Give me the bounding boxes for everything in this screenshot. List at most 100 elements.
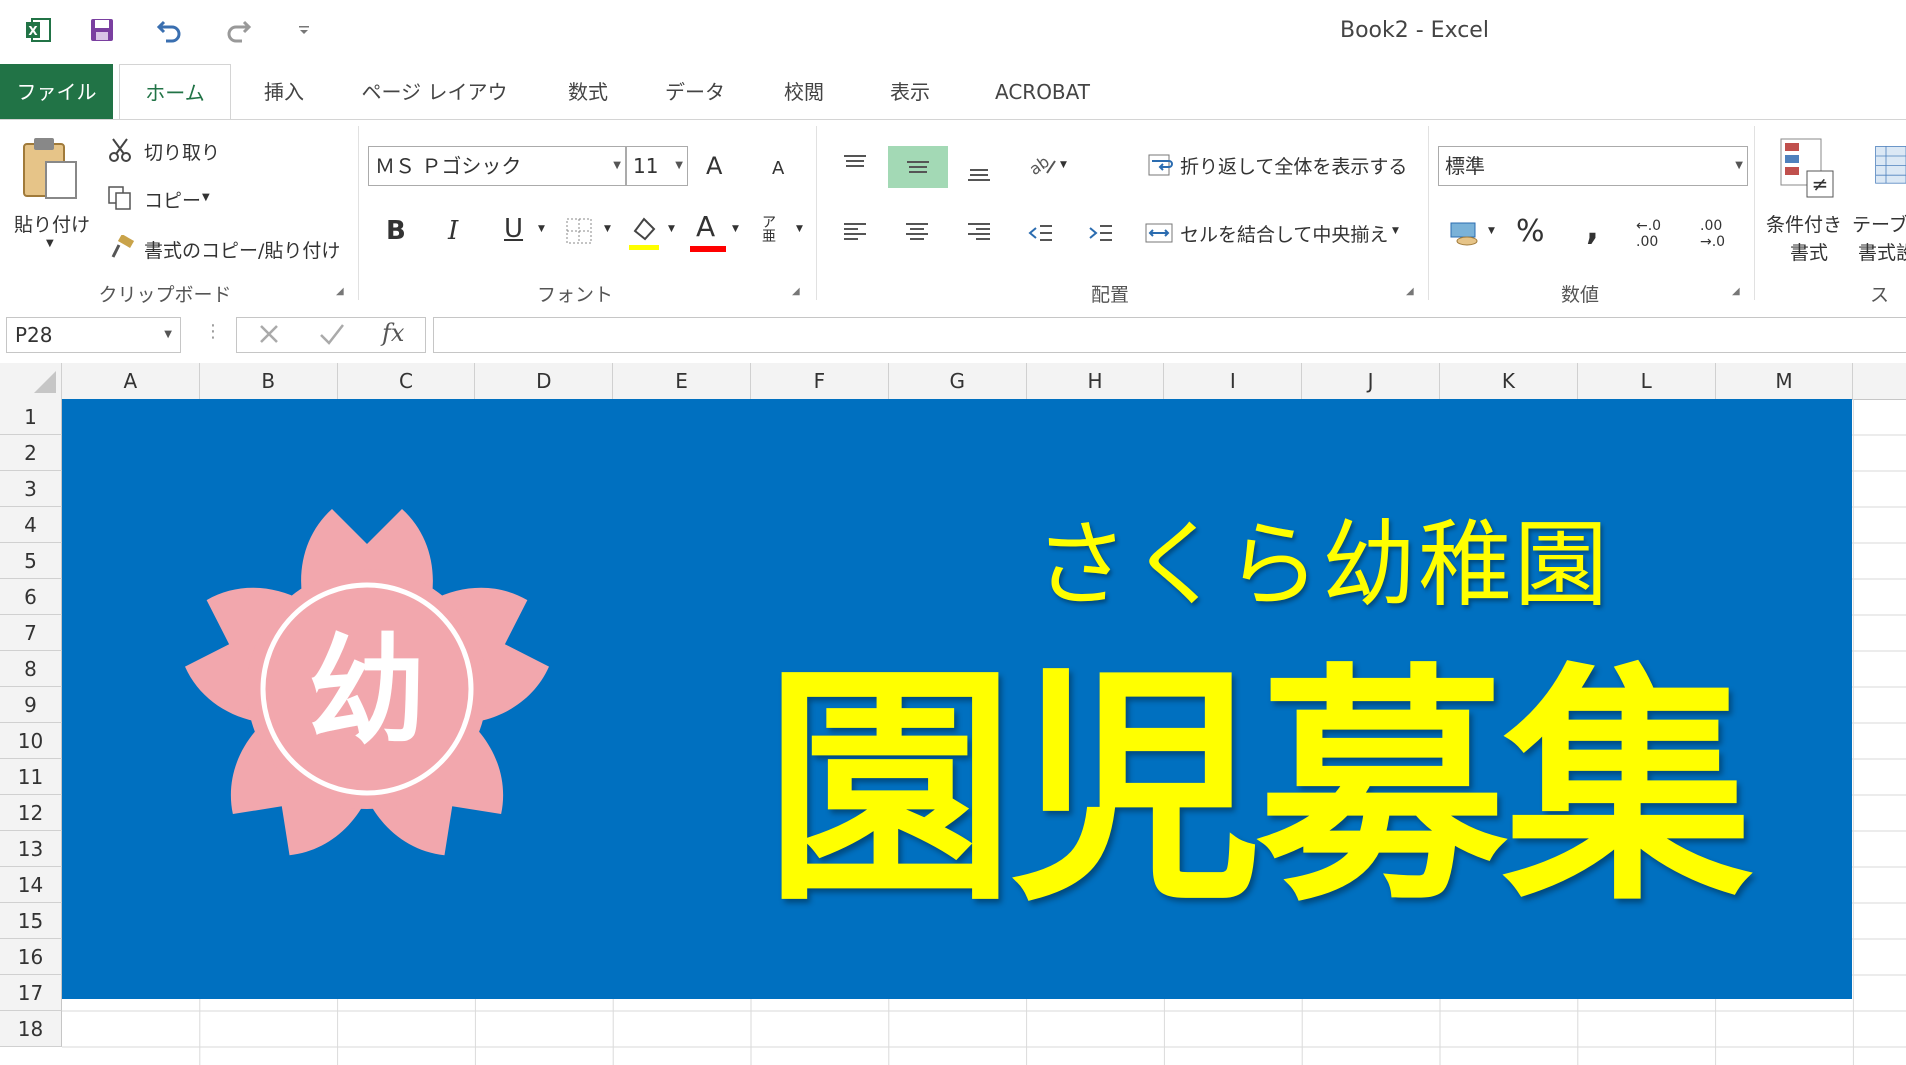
alignment-launcher-icon[interactable]: ◢	[1406, 286, 1414, 297]
row-header-5[interactable]: 5	[0, 543, 62, 579]
copy-dropdown-icon[interactable]: ▼	[202, 192, 210, 203]
tab-view[interactable]: 表示	[870, 64, 950, 120]
row-header-10[interactable]: 10	[0, 723, 62, 759]
paste-button[interactable]: 貼り付け	[14, 210, 90, 237]
currency-icon[interactable]	[1448, 216, 1482, 250]
merge-dropdown-icon[interactable]: ▼	[1392, 226, 1399, 236]
insert-function-button[interactable]: fx	[382, 319, 404, 347]
save-icon[interactable]	[84, 12, 120, 48]
row-header-9[interactable]: 9	[0, 687, 62, 723]
bold-button[interactable]: B	[386, 216, 406, 246]
row-header-17[interactable]: 17	[0, 975, 62, 1011]
column-header-l[interactable]: L	[1578, 363, 1716, 399]
row-header-6[interactable]: 6	[0, 579, 62, 615]
column-header-d[interactable]: D	[475, 363, 614, 399]
align-right-icon[interactable]	[962, 216, 996, 250]
align-top-icon[interactable]	[838, 148, 872, 182]
select-all-corner[interactable]	[0, 363, 62, 399]
row-header-8[interactable]: 8	[0, 651, 62, 687]
merge-center-icon[interactable]	[1142, 216, 1176, 250]
number-format-combo[interactable]: 標準 ▼	[1438, 146, 1748, 186]
column-header-k[interactable]: K	[1440, 363, 1578, 399]
paste-icon[interactable]	[14, 134, 84, 204]
grow-font-button[interactable]: A	[706, 152, 722, 180]
conditional-formatting-icon[interactable]: ≠	[1776, 136, 1836, 200]
row-header-14[interactable]: 14	[0, 867, 62, 903]
row-header-15[interactable]: 15	[0, 903, 62, 939]
underline-dropdown-icon[interactable]: ▼	[538, 224, 545, 234]
column-header-e[interactable]: E	[613, 363, 751, 399]
row-header-16[interactable]: 16	[0, 939, 62, 975]
font-color-dropdown-icon[interactable]: ▼	[732, 224, 739, 234]
format-painter-icon[interactable]	[108, 234, 136, 262]
font-name-combo[interactable]: ＭＳ Ｐゴシック ▼	[368, 146, 626, 186]
column-header-c[interactable]: C	[338, 363, 476, 399]
undo-icon[interactable]	[152, 12, 188, 48]
redo-icon[interactable]	[220, 12, 256, 48]
orientation-dropdown-icon[interactable]: ▼	[1060, 160, 1067, 170]
shrink-font-button[interactable]: A	[772, 158, 784, 179]
fill-color-dropdown-icon[interactable]: ▼	[668, 224, 675, 234]
formula-input[interactable]	[433, 317, 1906, 353]
border-dropdown-icon[interactable]: ▼	[604, 224, 611, 234]
row-header-1[interactable]: 1	[0, 399, 62, 435]
font-color-button[interactable]: A	[696, 210, 715, 243]
tab-formulas[interactable]: 数式	[548, 64, 628, 120]
cut-button[interactable]: 切り取り	[144, 138, 220, 165]
format-as-table-icon[interactable]	[1866, 136, 1906, 200]
row-header-12[interactable]: 12	[0, 795, 62, 831]
row-header-13[interactable]: 13	[0, 831, 62, 867]
number-launcher-icon[interactable]: ◢	[1732, 286, 1740, 297]
row-header-7[interactable]: 7	[0, 615, 62, 651]
orientation-icon[interactable]: ab	[1022, 146, 1062, 182]
copy-button[interactable]: コピー	[144, 186, 201, 213]
tab-insert[interactable]: 挿入	[240, 64, 328, 120]
tab-acrobat[interactable]: ACROBAT	[980, 64, 1105, 120]
row-header-3[interactable]: 3	[0, 471, 62, 507]
comma-button[interactable]: ,	[1586, 208, 1599, 248]
copy-icon[interactable]	[106, 184, 134, 212]
increase-decimal-button[interactable]: ←.0 .00	[1636, 218, 1672, 250]
align-left-icon[interactable]	[838, 216, 872, 250]
column-header-a[interactable]: A	[62, 363, 200, 399]
format-as-table-button[interactable]: テーブル	[1852, 210, 1906, 237]
column-header-f[interactable]: F	[751, 363, 889, 399]
phonetic-button[interactable]: ア亜	[762, 216, 782, 244]
percent-button[interactable]: %	[1516, 214, 1545, 249]
increase-indent-icon[interactable]	[1084, 216, 1118, 250]
underline-button[interactable]: U	[504, 214, 523, 244]
currency-dropdown-icon[interactable]: ▼	[1488, 226, 1495, 236]
tab-page-layout[interactable]: ページ レイアウト	[352, 64, 517, 160]
align-middle-icon[interactable]	[888, 146, 948, 188]
tab-home[interactable]: ホーム	[119, 64, 231, 120]
cancel-icon[interactable]	[256, 321, 282, 351]
enter-icon[interactable]	[318, 321, 346, 351]
row-header-18[interactable]: 18	[0, 1011, 62, 1047]
column-header-m[interactable]: M	[1716, 363, 1854, 399]
conditional-formatting-button[interactable]: 条件付き	[1766, 210, 1842, 237]
align-bottom-icon[interactable]	[962, 154, 996, 188]
wrap-text-icon[interactable]	[1146, 150, 1176, 180]
cut-icon[interactable]	[106, 136, 134, 164]
paste-dropdown-icon[interactable]: ▼	[46, 238, 54, 249]
border-icon[interactable]	[564, 216, 594, 246]
customize-qat-icon[interactable]	[286, 12, 322, 48]
excel-logo-icon[interactable]: X	[20, 12, 56, 48]
row-header-4[interactable]: 4	[0, 507, 62, 543]
font-launcher-icon[interactable]: ◢	[792, 286, 800, 297]
decrease-indent-icon[interactable]	[1024, 216, 1058, 250]
tab-file[interactable]: ファイル	[0, 64, 113, 120]
column-header-h[interactable]: H	[1027, 363, 1165, 399]
format-painter-button[interactable]: 書式のコピー/貼り付け	[144, 236, 340, 263]
column-header-i[interactable]: I	[1164, 363, 1303, 399]
fill-color-icon[interactable]	[626, 212, 662, 252]
merge-center-button[interactable]: セルを結合して中央揃え	[1180, 220, 1388, 247]
tab-data[interactable]: データ	[650, 64, 740, 120]
row-header-2[interactable]: 2	[0, 435, 62, 471]
tab-review[interactable]: 校閲	[764, 64, 844, 120]
worksheet-grid[interactable]: ABCDEFGHIJKLM 1 2 3 4 5 6 7 8 9 10 11 12 13 14 15 16 17 1…	[0, 363, 1906, 1065]
phonetic-dropdown-icon[interactable]: ▼	[796, 224, 803, 234]
column-header-j[interactable]: J	[1302, 363, 1440, 399]
align-center-icon[interactable]	[900, 216, 934, 250]
italic-button[interactable]: I	[448, 216, 458, 246]
